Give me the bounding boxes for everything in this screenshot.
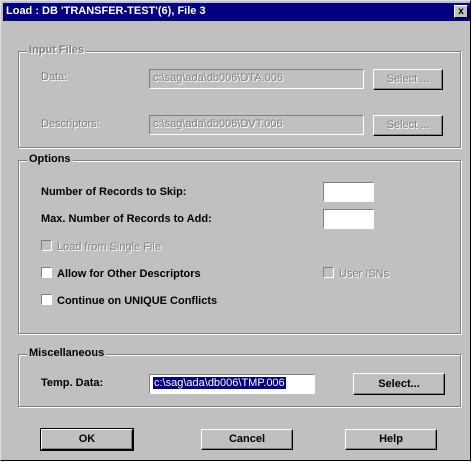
add-field[interactable] <box>323 209 374 229</box>
unique-conflicts-label: Continue on UNIQUE Conflicts <box>57 295 218 307</box>
input-files-legend: Input Files <box>27 44 86 56</box>
user-isns-checkbox-box <box>323 267 334 278</box>
user-isns-label: User ISNs <box>339 268 390 280</box>
temp-data-label: Temp. Data: <box>41 377 104 389</box>
close-button[interactable]: x <box>454 5 468 18</box>
miscellaneous-legend: Miscellaneous <box>27 347 107 359</box>
skip-field[interactable] <box>323 182 374 202</box>
temp-data-field[interactable]: c:\sag\ada\db006\TMP.006 <box>149 374 315 394</box>
single-file-checkbox-box <box>41 240 52 251</box>
other-descriptors-label: Allow for Other Descriptors <box>57 268 201 280</box>
help-button[interactable]: Help <box>345 429 437 450</box>
data-select-button[interactable]: Select ... <box>373 69 443 90</box>
unique-conflicts-checkbox[interactable]: Continue on UNIQUE Conflicts <box>41 294 217 307</box>
load-dialog: Load : DB 'TRANSFER-TEST'(6), File 3 x I… <box>0 0 471 461</box>
close-icon: x <box>458 6 464 17</box>
unique-conflicts-checkbox-box <box>41 294 52 305</box>
ok-button[interactable]: OK <box>40 428 134 451</box>
add-label: Max. Number of Records to Add: <box>41 213 212 225</box>
data-field[interactable]: c:\sag\ada\db006\DTA.006 <box>149 69 364 89</box>
temp-select-button[interactable]: Select... <box>353 373 445 395</box>
cancel-button[interactable]: Cancel <box>201 429 293 450</box>
single-file-label: Load from Single File <box>57 241 161 253</box>
descriptors-select-button[interactable]: Select ... <box>373 115 443 136</box>
other-descriptors-checkbox[interactable]: Allow for Other Descriptors <box>41 267 201 280</box>
descriptors-label: Descriptors: <box>41 118 100 130</box>
temp-data-value: c:\sag\ada\db006\TMP.006 <box>153 377 286 389</box>
data-label: Data: <box>41 71 68 83</box>
other-descriptors-checkbox-box <box>41 267 52 278</box>
single-file-checkbox[interactable]: Load from Single File <box>41 240 161 253</box>
descriptors-field[interactable]: c:\sag\ada\db006\DVT.006 <box>149 115 364 135</box>
title-bar[interactable]: Load : DB 'TRANSFER-TEST'(6), File 3 x <box>3 3 470 21</box>
options-legend: Options <box>27 153 73 165</box>
skip-label: Number of Records to Skip: <box>41 186 187 198</box>
window-title: Load : DB 'TRANSFER-TEST'(6), File 3 <box>6 5 206 17</box>
user-isns-checkbox[interactable]: User ISNs <box>323 267 389 280</box>
